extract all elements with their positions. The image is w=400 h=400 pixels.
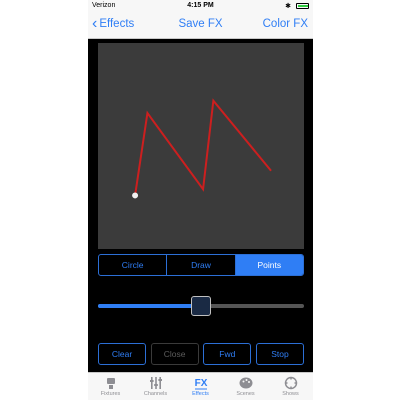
slider-thumb[interactable] xyxy=(191,296,211,316)
tab-effects-label: Effects xyxy=(192,391,209,397)
mode-points-option[interactable]: Points xyxy=(235,255,303,275)
shows-icon xyxy=(284,376,297,390)
clear-button[interactable]: Clear xyxy=(98,343,146,365)
clock: 4:15 PM xyxy=(187,2,214,9)
battery-icon xyxy=(296,3,309,9)
tab-scenes[interactable]: Scenes xyxy=(223,373,268,400)
fx-icon: FX xyxy=(194,378,207,390)
mode-draw-option[interactable]: Draw xyxy=(167,255,236,275)
fixtures-icon xyxy=(106,378,115,389)
fwd-button[interactable]: Fwd xyxy=(203,343,252,365)
channels-icon xyxy=(149,377,162,389)
tab-effects[interactable]: FX Effects xyxy=(178,373,223,400)
svg-text:FX: FX xyxy=(194,378,207,389)
navigation-bar: ‹ Effects Save FX Color FX xyxy=(88,12,313,39)
stop-button[interactable]: Stop xyxy=(255,343,304,365)
tab-channels[interactable]: Channels xyxy=(133,373,178,400)
tab-fixtures-label: Fixtures xyxy=(100,391,121,397)
status-bar: Verizon 4:15 PM ✱ xyxy=(88,0,313,12)
tab-channels-label: Channels xyxy=(143,391,168,397)
path-drawing xyxy=(132,98,272,199)
effect-path-canvas[interactable] xyxy=(98,43,304,249)
mode-circle-option[interactable]: Circle xyxy=(99,255,168,275)
path-start-point[interactable] xyxy=(132,192,139,199)
tab-shows-label: Shows xyxy=(282,391,299,397)
tab-shows[interactable]: Shows xyxy=(268,373,313,400)
close-button[interactable]: Close xyxy=(150,343,199,365)
palette-icon xyxy=(239,377,252,389)
tab-fixtures[interactable]: Fixtures xyxy=(88,373,133,400)
mode-segmented-control: Circle Draw Points xyxy=(98,254,304,276)
playback-buttons: Clear Close Fwd Stop xyxy=(98,343,304,365)
tab-scenes-label: Scenes xyxy=(236,391,255,397)
color-fx-button[interactable]: Color FX xyxy=(263,18,308,30)
bluetooth-icon: ✱ xyxy=(285,3,291,10)
phone-screen: Verizon 4:15 PM ✱ ‹ Effects Save FX Colo… xyxy=(88,0,313,400)
slider-fill xyxy=(98,304,201,308)
tab-bar: Fixtures Channels FX Effects Scenes Show… xyxy=(88,372,313,400)
speed-slider[interactable] xyxy=(98,294,304,318)
effect-path-line xyxy=(134,98,272,196)
